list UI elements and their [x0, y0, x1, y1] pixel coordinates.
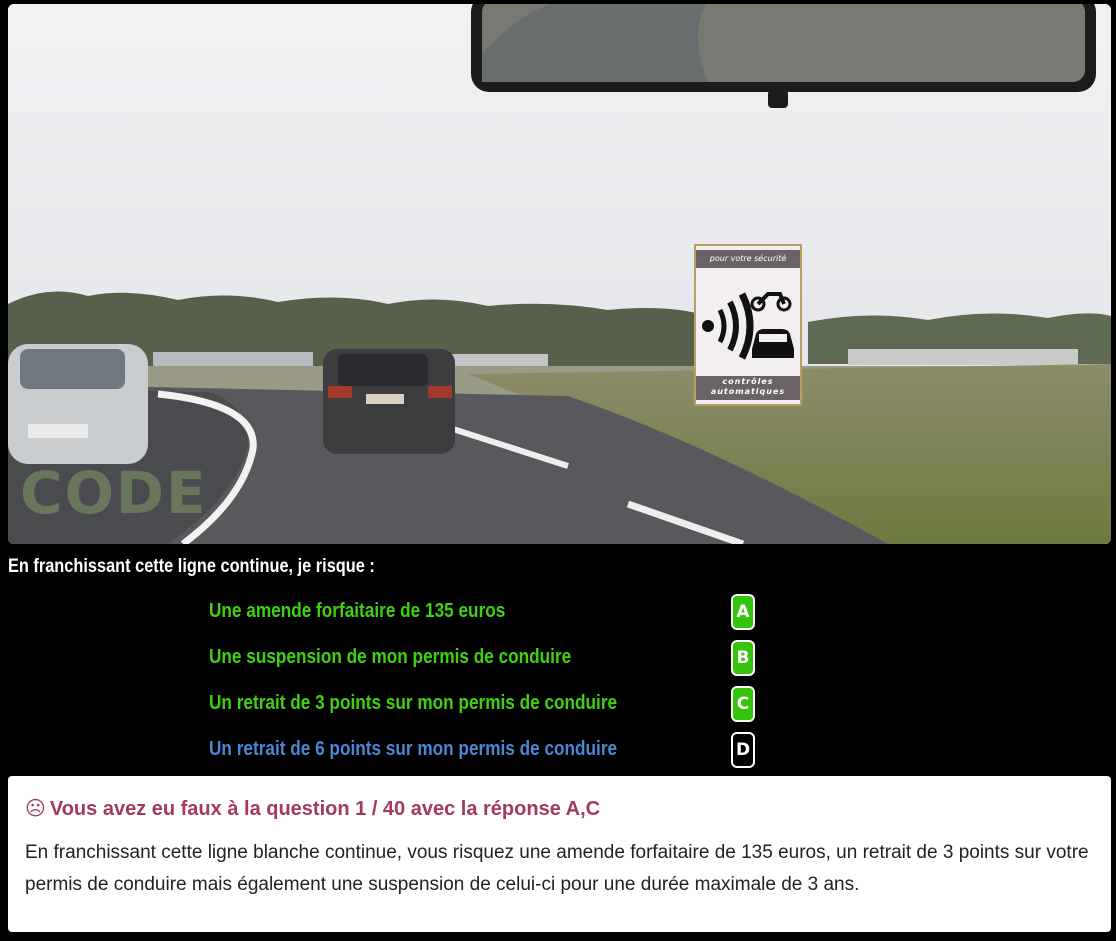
answer-c-text[interactable]: Un retrait de 3 points sur mon permis de…	[209, 692, 617, 715]
feedback-explanation: En franchissant cette ligne blanche cont…	[25, 842, 1089, 895]
answer-d-button[interactable]: D	[731, 732, 755, 768]
question-text: En franchissant cette ligne continue, je…	[8, 556, 375, 577]
feedback-panel: ☹ Vous avez eu faux à la question 1 / 40 …	[8, 776, 1111, 932]
answer-c-button[interactable]: C	[731, 686, 755, 722]
radar-warning-sign: pour votre sécurité contrôles automatiqu…	[694, 244, 802, 406]
feedback-title-text: Vous avez eu faux à la question 1 / 40 a…	[49, 798, 601, 820]
radar-icon	[702, 292, 794, 360]
sign-bottom-line2: automatiques	[710, 387, 786, 396]
question-photo: CODE	[8, 4, 1111, 544]
sign-bottom-line1: contrôles	[722, 377, 774, 386]
feedback-title: ☹ Vous avez eu faux à la question 1 / 40 …	[25, 796, 1093, 821]
sign-bottom-label: contrôles automatiques	[696, 376, 800, 400]
answer-d-text[interactable]: Un retrait de 6 points sur mon permis de…	[209, 738, 617, 761]
sad-face-icon: ☹	[25, 796, 46, 820]
answer-a-button[interactable]: A	[731, 594, 755, 630]
sign-top-label: pour votre sécurité	[696, 250, 800, 268]
watermark-logo: CODE	[20, 459, 208, 527]
answer-b-text[interactable]: Une suspension de mon permis de conduire	[209, 646, 571, 669]
answer-b-button[interactable]: B	[731, 640, 755, 676]
answer-a-text[interactable]: Une amende forfaitaire de 135 euros	[209, 600, 505, 623]
